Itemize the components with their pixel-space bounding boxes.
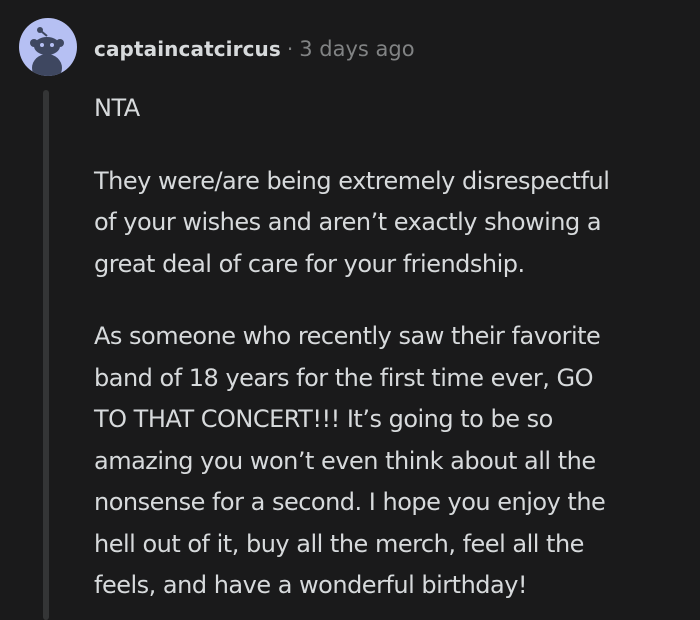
text-line: They were/are being extremely disrespect…: [94, 166, 610, 195]
reddit-snoo-avatar-icon[interactable]: [19, 18, 77, 76]
comment-paragraph-2: As someone who recently saw their favori…: [94, 316, 694, 607]
text-line: nonsense for a second. I hope you enjoy …: [94, 488, 606, 516]
text-line: TO THAT CONCERT!!! It’s going to be so: [94, 405, 553, 433]
text-line: hell out of it, buy all the merch, feel …: [94, 529, 584, 558]
text-line: amazing you won’t even think about all t…: [94, 446, 596, 475]
text-line: great deal of care for your friendship.: [94, 249, 525, 278]
text-line: band of 18 years for the first time ever…: [94, 363, 594, 392]
timestamp[interactable]: 3 days ago: [299, 37, 414, 61]
username-link[interactable]: captaincatcircus: [94, 37, 281, 61]
comment-header: captaincatcircus · 3 days ago: [94, 34, 415, 64]
thread-collapse-line[interactable]: [43, 90, 49, 620]
comment-paragraph-1: They were/are being extremely disrespect…: [94, 161, 694, 286]
text-line: As someone who recently saw their favori…: [94, 322, 601, 350]
comment: captaincatcircus · 3 days ago NTA They wer…: [0, 0, 700, 620]
comment-body: NTA They were/are being extremely disres…: [94, 88, 694, 607]
text-line: of your wishes and aren’t exactly showin…: [94, 208, 602, 236]
verdict-text: NTA: [94, 94, 140, 122]
text-line: feels, and have a wonderful birthday!: [94, 571, 528, 599]
separator-dot: ·: [286, 37, 294, 61]
